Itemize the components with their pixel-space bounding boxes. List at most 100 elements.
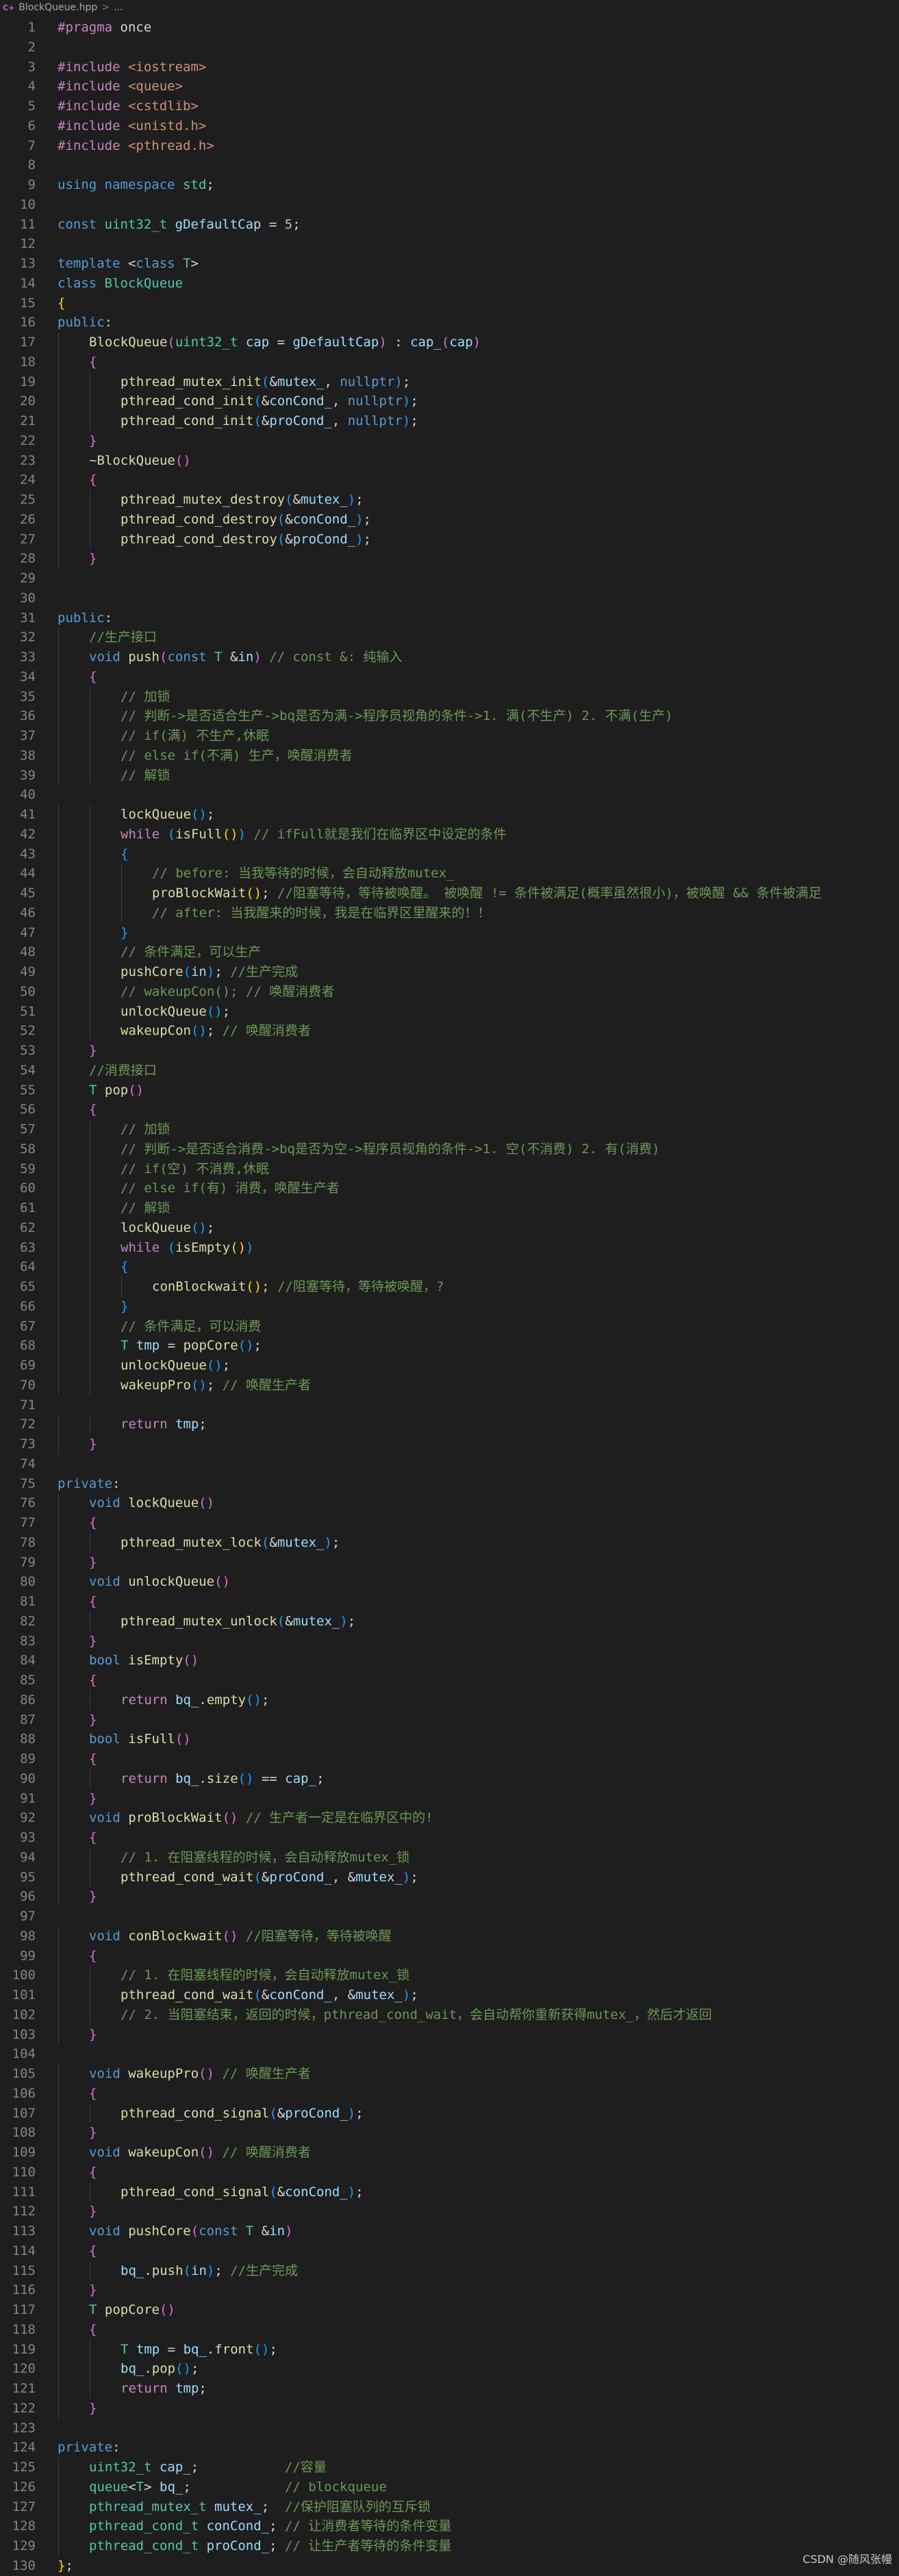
code-line[interactable]: 109 void wakeupCon() // 唤醒消费者 xyxy=(0,2143,899,2163)
code-line[interactable]: 27 pthread_cond_destroy(&proCond_); xyxy=(0,529,899,550)
code-line[interactable]: 129 pthread_cond_t proCond_; // 让生产者等待的条件… xyxy=(0,2536,899,2556)
code-editor[interactable]: 1 #pragma once 2 3 #include <iostream> 4 #incl… xyxy=(0,18,899,2576)
code-line[interactable]: 80 void unlockQueue() xyxy=(0,1572,899,1592)
code-line[interactable]: 39 // 解锁 xyxy=(0,765,899,786)
code-line[interactable]: 95 pthread_cond_wait(&proCond_, &mutex_); xyxy=(0,1867,899,1888)
code-line[interactable]: 59 // if(空) 不消费,休眠 xyxy=(0,1159,899,1179)
breadcrumb-ellipsis[interactable]: ... xyxy=(114,2,123,13)
code-line[interactable]: 100 // 1. 在阻塞线程的时候，会自动释放mutex_锁 xyxy=(0,1966,899,1985)
code-line[interactable]: 33 void push(const T &in) // const &: 纯输入 xyxy=(0,647,899,667)
code-line[interactable]: 41 lockQueue(); xyxy=(0,805,899,825)
code-line[interactable]: 21 pthread_cond_init(&proCond_, nullptr); xyxy=(0,411,899,431)
code-line[interactable]: 52 wakeupCon(); // 唤醒消费者 xyxy=(0,1021,899,1041)
code-line[interactable]: 77 { xyxy=(0,1513,899,1533)
code-line[interactable]: 10 xyxy=(0,195,899,215)
code-line[interactable]: 46 // after: 当我醒来的时候，我是在临界区里醒来的！！ xyxy=(0,903,899,923)
code-line[interactable]: 36 // 判断->是否适合生产->bq是否为满->程序员视角的条件->1. 满(… xyxy=(0,706,899,726)
code-line[interactable]: 88 bool isFull() xyxy=(0,1729,899,1749)
code-line[interactable]: 16 public: xyxy=(0,313,899,333)
code-line[interactable]: 112} xyxy=(0,2202,899,2221)
code-line[interactable]: 127 pthread_mutex_t mutex_; //保护阻塞队列的互斥锁 xyxy=(0,2497,899,2517)
code-line[interactable]: 17 BlockQueue(uint32_t cap = gDefaultCap)… xyxy=(0,333,899,352)
code-line[interactable]: 12 xyxy=(0,234,899,254)
code-line[interactable]: 5 #include <cstdlib> xyxy=(0,96,899,116)
code-line[interactable]: 58 // 判断->是否适合消费->bq是否为空->程序员视角的条件->1. 空(… xyxy=(0,1139,899,1159)
code-line[interactable]: 92 void proBlockWait() // 生产者一定是在临界区中的! xyxy=(0,1808,899,1828)
code-line[interactable]: 8 xyxy=(0,155,899,175)
code-line[interactable]: 110 { xyxy=(0,2162,899,2182)
code-line[interactable]: 53} xyxy=(0,1041,899,1061)
code-line[interactable]: 61 // 解锁 xyxy=(0,1198,899,1218)
code-line[interactable]: 99 { xyxy=(0,1946,899,1966)
code-line[interactable]: 90 return bq_.size() == cap_; xyxy=(0,1768,899,1789)
code-line[interactable]: 14 class BlockQueue xyxy=(0,274,899,294)
code-line[interactable]: 104 xyxy=(0,2044,899,2064)
code-line[interactable]: 116} xyxy=(0,2280,899,2300)
code-line[interactable]: 68 T tmp = popCore(); xyxy=(0,1336,899,1356)
code-line[interactable]: 115 bq_.push(in); //生产完成 xyxy=(0,2261,899,2281)
code-line[interactable]: 108} xyxy=(0,2123,899,2143)
code-line[interactable]: 40 xyxy=(0,785,899,805)
code-line[interactable]: 64 { xyxy=(0,1257,899,1277)
code-line[interactable]: 24 { xyxy=(0,470,899,490)
code-line[interactable]: 111 pthread_cond_signal(&conCond_); xyxy=(0,2182,899,2202)
code-line[interactable]: 73} xyxy=(0,1434,899,1454)
code-line[interactable]: 30 xyxy=(0,589,899,608)
code-line[interactable]: 75 private: xyxy=(0,1474,899,1494)
code-line[interactable]: 32 //生产接口 xyxy=(0,628,899,647)
code-line[interactable]: 19 pthread_mutex_init(&mutex_, nullptr); xyxy=(0,372,899,392)
code-line[interactable]: 49 pushCore(in); //生产完成 xyxy=(0,962,899,982)
code-line[interactable]: 94 // 1. 在阻塞线程的时候，会自动释放mutex_锁 xyxy=(0,1847,899,1868)
code-line[interactable]: 119 T tmp = bq_.front(); xyxy=(0,2339,899,2360)
code-line[interactable]: 128 pthread_cond_t conCond_; // 让消费者等待的条件… xyxy=(0,2516,899,2536)
code-line[interactable]: 26 pthread_cond_destroy(&conCond_); xyxy=(0,509,899,530)
code-line[interactable]: 107 pthread_cond_signal(&proCond_); xyxy=(0,2103,899,2124)
code-line[interactable]: 72 return tmp; xyxy=(0,1415,899,1434)
code-line[interactable]: 25 pthread_mutex_destroy(&mutex_); xyxy=(0,490,899,510)
code-line[interactable]: 9 using namespace std; xyxy=(0,175,899,195)
code-line[interactable]: 124 private: xyxy=(0,2438,899,2458)
code-line[interactable]: 63 while (isEmpty()) xyxy=(0,1237,899,1258)
code-line[interactable]: 85 { xyxy=(0,1671,899,1690)
code-line[interactable]: 38 // else if(不满) 生产，唤醒消费者 xyxy=(0,745,899,766)
code-line[interactable]: 84 bool isEmpty() xyxy=(0,1651,899,1671)
code-line[interactable]: 120 bq_.pop(); xyxy=(0,2359,899,2379)
code-line[interactable]: 101 pthread_cond_wait(&conCond_, &mutex_)… xyxy=(0,1985,899,2005)
code-line[interactable]: 42 while (isFull()) // ifFull就是我们在临界区中设定的… xyxy=(0,824,899,845)
code-line[interactable]: 83} xyxy=(0,1631,899,1651)
code-line[interactable]: 29 xyxy=(0,569,899,589)
code-line[interactable]: 123 xyxy=(0,2419,899,2438)
code-line[interactable]: 89 { xyxy=(0,1749,899,1769)
code-line[interactable]: 1 #pragma once xyxy=(0,18,899,38)
code-line[interactable]: 74 xyxy=(0,1454,899,1474)
code-line[interactable]: 47} xyxy=(0,923,899,943)
code-line[interactable]: 13 template <class T> xyxy=(0,254,899,274)
code-line[interactable]: 117 T popCore() xyxy=(0,2300,899,2320)
code-line[interactable]: 67 // 条件满足，可以消费 xyxy=(0,1316,899,1337)
code-line[interactable]: 78 pthread_mutex_lock(&mutex_); xyxy=(0,1532,899,1553)
code-line[interactable]: 57 // 加锁 xyxy=(0,1120,899,1139)
code-line[interactable]: 71 xyxy=(0,1395,899,1415)
code-line[interactable]: 130}; xyxy=(0,2556,899,2576)
code-line[interactable]: 70 wakeupPro(); // 唤醒生产者 xyxy=(0,1375,899,1395)
code-line[interactable]: 11 const uint32_t gDefaultCap = 5; xyxy=(0,215,899,235)
code-line[interactable]: 28} xyxy=(0,549,899,569)
code-line[interactable]: 2 xyxy=(0,38,899,57)
code-line[interactable]: 15 { xyxy=(0,294,899,313)
code-line[interactable]: 102 // 2. 当阻塞结束，返回的时候，pthread_cond_wait，会… xyxy=(0,2005,899,2025)
code-line[interactable]: 20 pthread_cond_init(&conCond_, nullptr); xyxy=(0,391,899,411)
code-line[interactable]: 69 unlockQueue(); xyxy=(0,1356,899,1376)
code-line[interactable]: 96} xyxy=(0,1887,899,1907)
code-line[interactable]: 45 proBlockWait(); //阻塞等待，等待被唤醒。 被唤醒 != 条… xyxy=(0,884,899,903)
code-line[interactable]: 18 { xyxy=(0,352,899,372)
code-line[interactable]: 82 pthread_mutex_unlock(&mutex_); xyxy=(0,1611,899,1632)
code-line[interactable]: 87} xyxy=(0,1710,899,1730)
code-line[interactable]: 23 ~BlockQueue() xyxy=(0,450,899,471)
code-line[interactable]: 93 { xyxy=(0,1828,899,1848)
code-line[interactable]: 6 #include <unistd.h> xyxy=(0,116,899,136)
code-line[interactable]: 43 { xyxy=(0,844,899,864)
code-line[interactable]: 50 // wakeupCon(); // 唤醒消费者 xyxy=(0,981,899,1002)
code-line[interactable]: 60 // else if(有) 消费，唤醒生产者 xyxy=(0,1178,899,1198)
code-line[interactable]: 121 return tmp; xyxy=(0,2379,899,2399)
code-line[interactable]: 105 void wakeupPro() // 唤醒生产者 xyxy=(0,2064,899,2084)
